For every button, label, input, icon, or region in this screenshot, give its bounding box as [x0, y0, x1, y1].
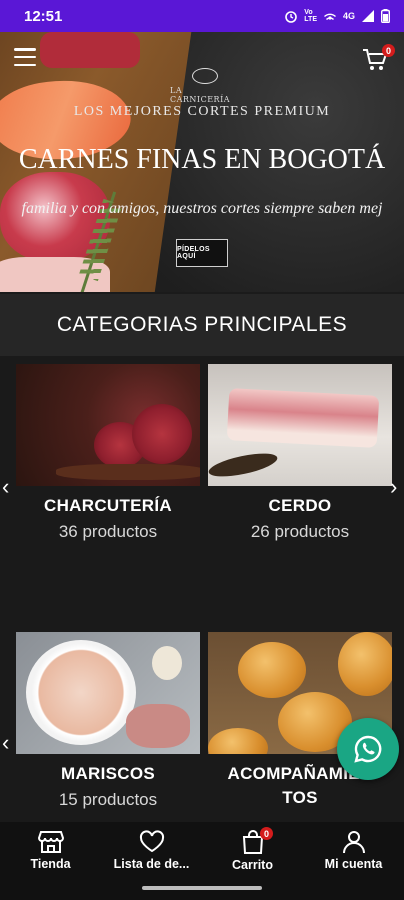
meat-image — [40, 32, 140, 68]
nav-label: Lista de de... — [113, 856, 190, 871]
nav-label: Mi cuenta — [324, 856, 383, 871]
nav-item-tienda[interactable]: Tienda — [0, 822, 101, 878]
user-icon — [342, 830, 365, 853]
nav-label: Carrito — [232, 857, 273, 872]
category-title: CERDO — [268, 496, 332, 515]
category-card-cerdo[interactable]: CERDO 26 productos — [208, 364, 392, 542]
network-type: 4G — [342, 11, 355, 21]
whatsapp-button[interactable] — [337, 718, 399, 780]
cart-count-badge: 0 — [382, 44, 395, 57]
carousel-next-icon[interactable]: › — [390, 474, 397, 500]
brand-logo: LA CARNICERÍA — [170, 68, 240, 108]
carousel-prev-icon[interactable]: ‹ — [2, 474, 9, 500]
signal-icon — [362, 10, 374, 22]
nav-item-mi-cuenta[interactable]: Mi cuenta — [303, 822, 404, 878]
category-image — [208, 364, 392, 486]
hero-title: CARNES FINAS EN BOGOTÁ — [18, 144, 386, 175]
nav-item-wishlist[interactable]: Lista de de... — [101, 822, 202, 878]
battery-icon — [381, 9, 390, 23]
hero-tagline: LOS MEJORES CORTES PREMIUM — [73, 104, 331, 119]
alarm-icon — [285, 11, 298, 23]
category-image — [16, 632, 200, 754]
logo-badge-icon — [192, 68, 218, 84]
category-count: 15 productos — [58, 790, 158, 809]
category-card-charcuteria[interactable]: CHARCUTERÍA 36 productos — [16, 364, 200, 542]
category-title: CHARCUTERÍA — [44, 496, 172, 515]
volte-indicator: Vo LTE — [304, 9, 317, 23]
store-icon — [37, 830, 64, 853]
nav-item-carrito[interactable]: 0 Carrito — [202, 822, 303, 878]
hamburger-menu-icon[interactable] — [14, 48, 36, 66]
status-time: 12:51 — [24, 7, 63, 25]
order-now-button[interactable]: PÍDELOS AQUÍ — [176, 239, 228, 267]
home-gesture-bar[interactable] — [142, 886, 262, 890]
bottom-navigation: Tienda Lista de de... 0 Carrito Mi cuent… — [0, 822, 404, 878]
hero-subtitle: familia y con amigos, nuestros cortes si… — [21, 200, 383, 217]
carousel-prev-icon[interactable]: ‹ — [2, 730, 9, 756]
hero-banner: LA CARNICERÍA LOS MEJORES CORTES PREMIUM… — [0, 32, 404, 292]
category-card-mariscos[interactable]: MARISCOS 15 productos — [16, 632, 200, 810]
status-bar: 12:51 Vo LTE 4G — [0, 0, 404, 32]
category-count: 26 productos — [250, 522, 350, 541]
category-image — [16, 364, 200, 486]
cart-badge: 0 — [260, 827, 273, 840]
status-icons: Vo LTE 4G — [284, 9, 390, 23]
hotspot-icon — [324, 13, 336, 21]
nav-label: Tienda — [30, 856, 71, 871]
category-count: 36 productos — [58, 522, 158, 541]
whatsapp-icon — [354, 735, 382, 763]
category-title: MARISCOS — [60, 764, 155, 783]
section-title: CATEGORIAS PRINCIPALES — [0, 294, 404, 356]
heart-icon — [139, 829, 164, 852]
